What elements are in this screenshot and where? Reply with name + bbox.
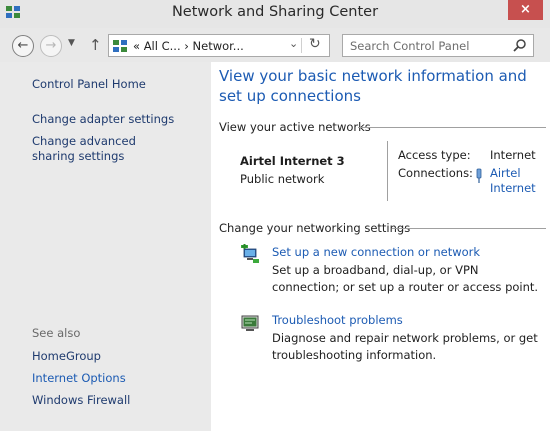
- control-panel-icon: [113, 40, 127, 52]
- sidebar-item-windows-firewall[interactable]: Windows Firewall: [32, 393, 130, 408]
- search-placeholder: Search Control Panel: [350, 39, 470, 53]
- search-input[interactable]: Search Control Panel: [342, 34, 534, 57]
- access-type-value: Internet: [490, 148, 536, 162]
- sidebar-item-homegroup[interactable]: HomeGroup: [32, 349, 101, 364]
- close-button[interactable]: ×: [508, 0, 543, 20]
- connections-label: Connections:: [398, 166, 473, 180]
- troubleshoot-description: Diagnose and repair network problems, or…: [272, 331, 538, 362]
- breadcrumb[interactable]: « All C... › Networ...: [133, 39, 244, 53]
- setup-connection-description: Set up a broadband, dial-up, or VPN conn…: [272, 263, 539, 294]
- sidebar-item-change-adapter-settings[interactable]: Change adapter settings: [32, 112, 182, 127]
- sidebar-item-change-advanced-sharing[interactable]: Change advanced sharing settings: [32, 134, 182, 164]
- up-button[interactable]: ↑: [89, 36, 102, 54]
- divider: [358, 127, 546, 128]
- window-title: Network and Sharing Center: [171, 4, 379, 20]
- page-title: View your basic network information and …: [219, 67, 527, 105]
- address-bar[interactable]: « All C... › Networ... ⌄ ↻: [108, 34, 330, 57]
- navigation-bar: ← → ▼ ↑ « All C... › Networ... ⌄ ↻ Searc…: [0, 28, 550, 62]
- search-icon[interactable]: [512, 38, 527, 53]
- forward-button[interactable]: →: [40, 35, 62, 57]
- sidebar-item-control-panel-home[interactable]: Control Panel Home: [32, 77, 146, 92]
- recent-locations-button[interactable]: ▼: [68, 38, 75, 48]
- active-networks-heading: View your active networks: [219, 120, 371, 134]
- divider: [392, 228, 546, 229]
- title-bar: Network and Sharing Center ×: [0, 0, 550, 28]
- see-also-heading: See also: [32, 326, 81, 340]
- network-name: Airtel Internet 3: [240, 154, 345, 168]
- change-settings-heading: Change your networking settings: [219, 221, 411, 235]
- chevron-down-icon[interactable]: ⌄: [289, 37, 298, 50]
- back-button[interactable]: ←: [12, 35, 34, 57]
- connection-link[interactable]: Airtel Internet: [490, 166, 546, 196]
- troubleshoot-icon[interactable]: [240, 313, 260, 333]
- network-type[interactable]: Public network: [240, 172, 324, 186]
- divider: [387, 141, 388, 201]
- main-content: View your basic network information and …: [211, 62, 550, 431]
- troubleshoot-link[interactable]: Troubleshoot problems: [272, 313, 403, 327]
- sidebar-item-internet-options[interactable]: Internet Options: [32, 371, 126, 386]
- setup-connection-link[interactable]: Set up a new connection or network: [272, 245, 480, 259]
- access-type-label: Access type:: [398, 148, 471, 162]
- new-connection-icon[interactable]: [240, 244, 260, 264]
- sidebar: Control Panel Home Change adapter settin…: [0, 62, 211, 431]
- refresh-icon[interactable]: ↻: [309, 36, 321, 52]
- network-connection-icon: [476, 168, 482, 183]
- divider: [301, 38, 302, 53]
